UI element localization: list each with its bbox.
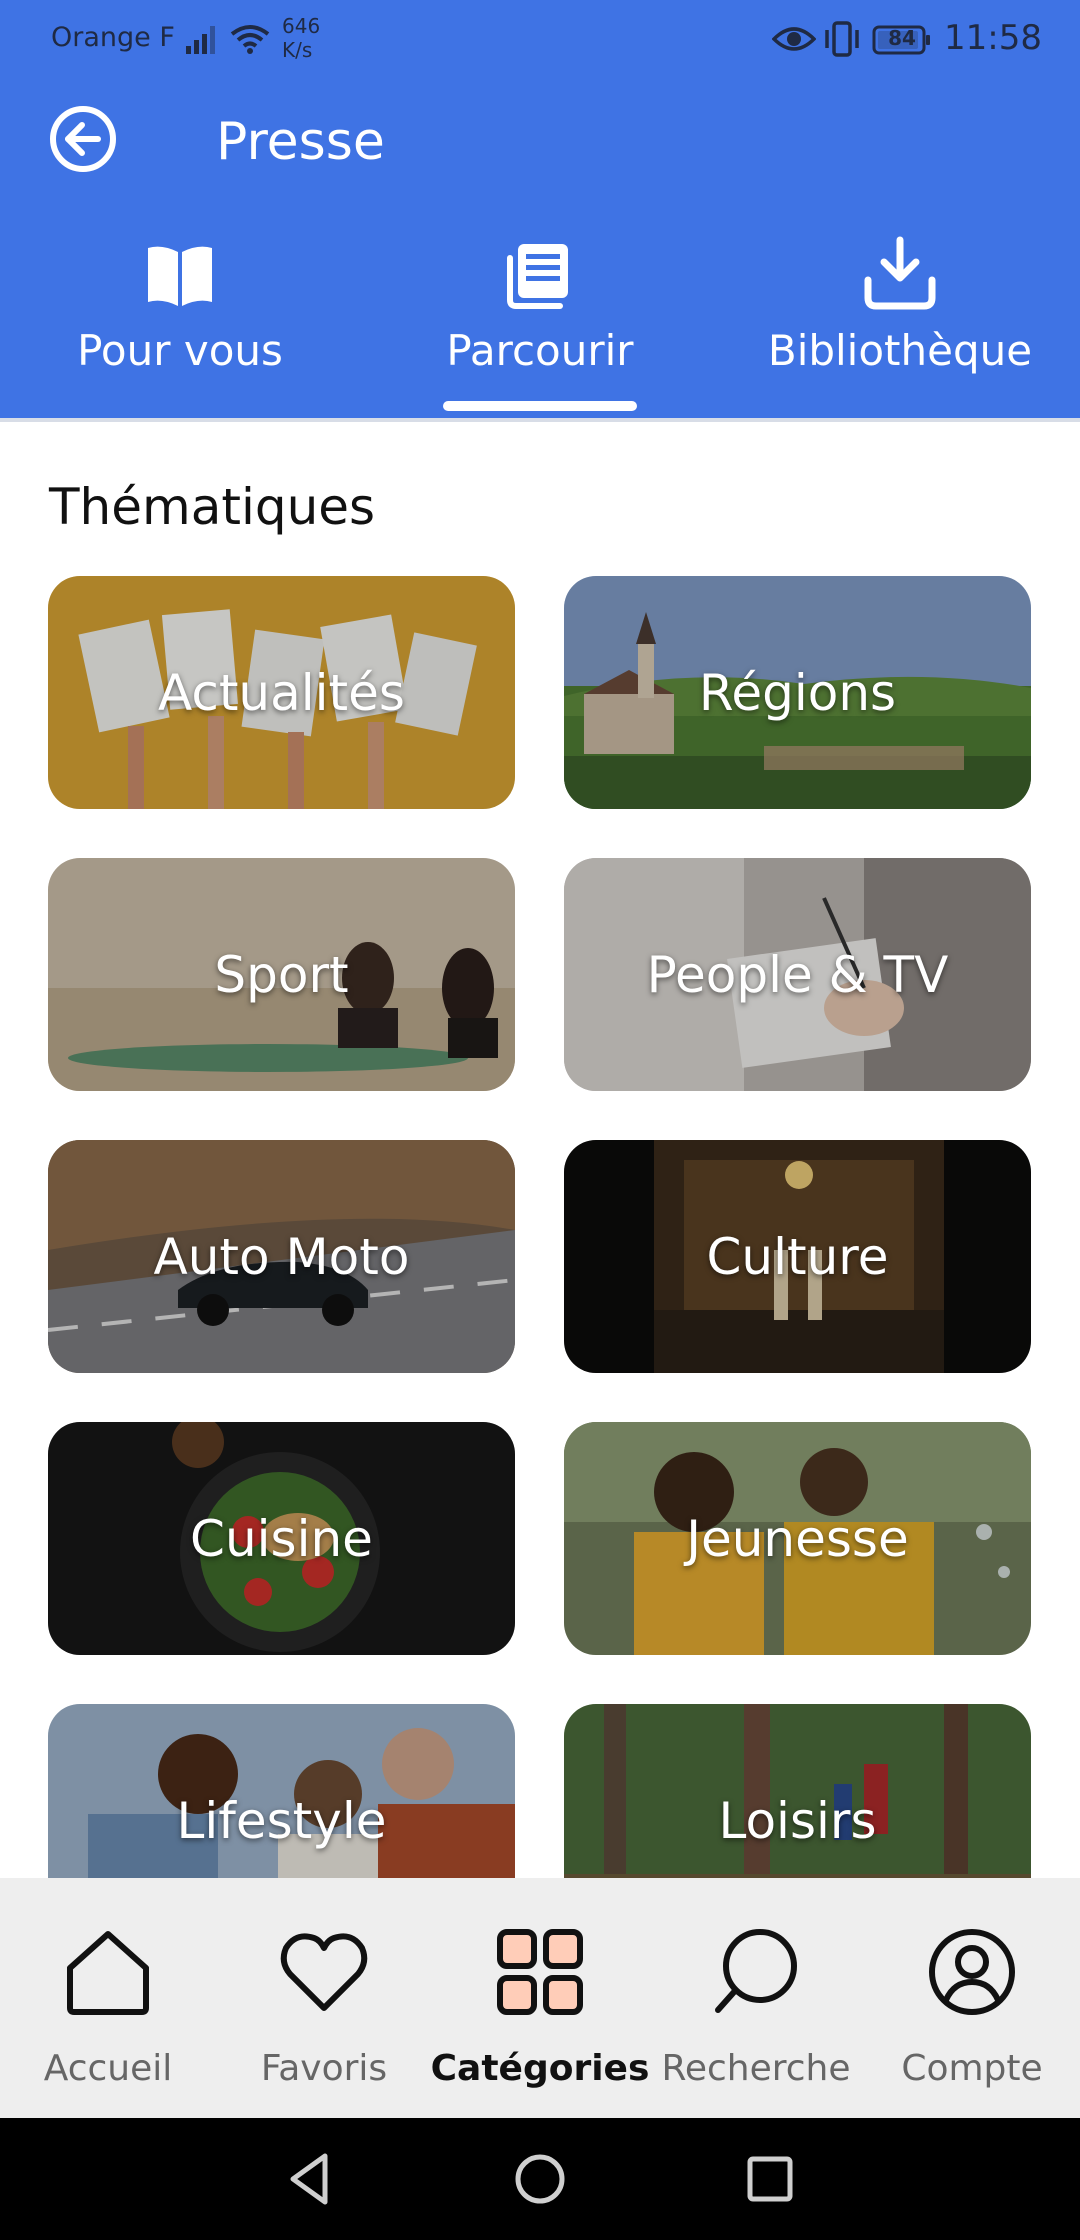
- category-label: People & TV: [646, 945, 949, 1004]
- status-bar: Orange F 646 K/s 84 11:58: [0, 0, 1080, 80]
- category-tile-regions[interactable]: Régions: [564, 576, 1031, 809]
- category-label: Cuisine: [190, 1509, 373, 1568]
- page-title: Presse: [216, 112, 385, 172]
- category-tile-jeunesse[interactable]: Jeunesse: [564, 1422, 1031, 1655]
- grid-icon: [497, 1929, 583, 2015]
- category-label: Sport: [214, 945, 349, 1004]
- category-label: Auto Moto: [153, 1227, 410, 1286]
- open-book-icon: [148, 246, 212, 306]
- category-label: Culture: [706, 1227, 889, 1286]
- category-tile-people-tv[interactable]: People & TV: [564, 858, 1031, 1091]
- download-icon: [864, 236, 936, 310]
- back-arrow-icon[interactable]: [48, 104, 118, 174]
- clock: 11:58: [944, 18, 1042, 58]
- home-icon: [67, 1931, 149, 2015]
- tab-label: Pour vous: [77, 326, 283, 375]
- category-label: Actualités: [158, 663, 405, 722]
- eye-icon: [772, 27, 816, 51]
- tab-bibliotheque[interactable]: Bibliothèque: [740, 236, 1060, 416]
- tab-pour-vous[interactable]: Pour vous: [20, 236, 340, 416]
- app-header: Orange F 646 K/s 84 11:58 Presse Pour vo…: [0, 0, 1080, 420]
- nav-item-accueil[interactable]: Accueil: [0, 1878, 216, 2118]
- signal-icon: [186, 26, 215, 54]
- nav-item-favoris[interactable]: Favoris: [216, 1878, 432, 2118]
- wifi-icon: [230, 25, 270, 54]
- category-label: Régions: [698, 663, 897, 722]
- category-tile-sport[interactable]: Sport: [48, 858, 515, 1091]
- tab-parcourir[interactable]: Parcourir: [380, 236, 700, 416]
- section-title: Thématiques: [49, 478, 376, 536]
- search-icon: [715, 1929, 797, 2013]
- category-tile-actualites[interactable]: Actualités: [48, 576, 515, 809]
- recents-square-icon[interactable]: [737, 2146, 803, 2212]
- account-icon: [929, 1929, 1015, 2015]
- heart-icon: [280, 1933, 368, 2011]
- home-circle-icon[interactable]: [507, 2146, 573, 2212]
- category-tile-culture[interactable]: Culture: [564, 1140, 1031, 1373]
- system-navigation-bar: [0, 2118, 1080, 2240]
- nav-label: Compte: [901, 2048, 1043, 2089]
- newspaper-icon: [507, 244, 568, 309]
- selected-tab-indicator: [443, 401, 637, 411]
- nav-item-categories[interactable]: Catégories: [431, 1878, 649, 2118]
- battery-level: 84: [888, 26, 916, 50]
- network-speed-unit: K/s: [282, 38, 313, 62]
- category-tile-auto-moto[interactable]: Auto Moto: [48, 1140, 515, 1373]
- carrier-name: Orange F: [51, 22, 175, 53]
- nav-item-compte[interactable]: Compte: [864, 1878, 1080, 2118]
- network-speed-value: 646: [282, 14, 321, 38]
- bottom-navigation: Accueil Favoris Catégories Recherche Com…: [0, 1878, 1080, 2118]
- category-label: Jeunesse: [686, 1509, 909, 1568]
- tab-label: Parcourir: [446, 326, 634, 375]
- category-tile-cuisine[interactable]: Cuisine: [48, 1422, 515, 1655]
- tab-label: Bibliothèque: [767, 326, 1033, 375]
- header-divider: [0, 418, 1080, 422]
- nav-item-recherche[interactable]: Recherche: [648, 1878, 864, 2118]
- network-speed: 646 K/s: [282, 14, 342, 62]
- vibrate-icon: [825, 21, 859, 57]
- back-triangle-icon[interactable]: [277, 2146, 343, 2212]
